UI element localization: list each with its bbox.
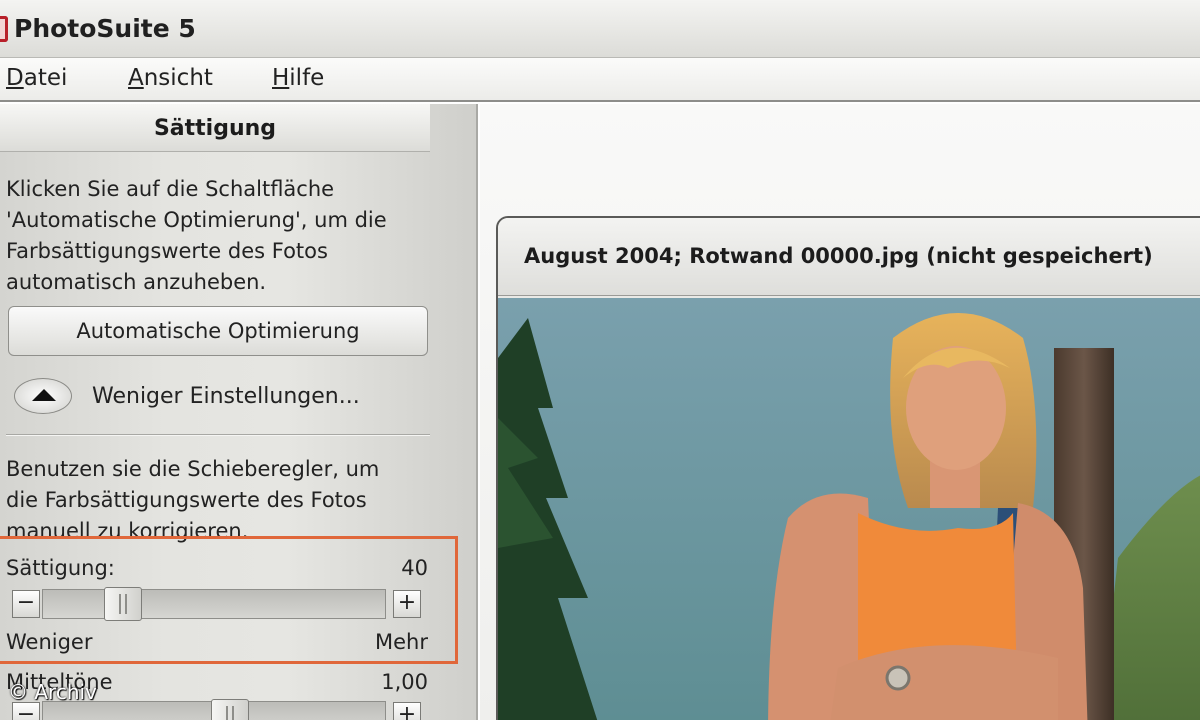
auto-optimize-button[interactable]: Automatische Optimierung (8, 306, 428, 356)
menu-ansicht[interactable]: Ansicht (128, 65, 213, 91)
midtones-plus-button[interactable]: + (393, 702, 421, 720)
photo-image (498, 298, 1200, 720)
saturation-label: Sättigung: (6, 556, 115, 580)
photo-canvas[interactable] (498, 298, 1200, 720)
collapse-settings-label[interactable]: Weniger Einstellungen... (92, 384, 360, 409)
midtones-value: 1,00 (381, 670, 428, 694)
saturation-panel: Sättigung Klicken Sie auf die Schaltfläc… (0, 104, 478, 720)
title-bar: PhotoSuite 5 (0, 0, 1200, 58)
menu-hilfe[interactable]: Hilfe (272, 65, 324, 91)
panel-header: Sättigung (0, 104, 430, 152)
saturation-minus-button[interactable]: − (12, 590, 40, 618)
photo-window-titlebar[interactable]: August 2004; Rotwand 00000.jpg (nicht ge… (498, 218, 1200, 296)
midtones-minus-button[interactable]: − (12, 702, 40, 720)
triangle-up-icon (32, 389, 56, 401)
photo-window: August 2004; Rotwand 00000.jpg (nicht ge… (496, 216, 1200, 720)
midtones-slider-thumb[interactable] (211, 699, 249, 720)
saturation-plus-button[interactable]: + (393, 590, 421, 618)
saturation-max-label: Mehr (375, 630, 428, 654)
app-icon (0, 16, 8, 42)
menu-bar: Datei Ansicht Hilfe (0, 58, 1200, 102)
saturation-slider-thumb[interactable] (104, 587, 142, 621)
app-title: PhotoSuite 5 (14, 14, 196, 43)
photo-window-title: August 2004; Rotwand 00000.jpg (nicht ge… (524, 244, 1153, 268)
menu-datei[interactable]: Datei (6, 65, 67, 91)
saturation-min-label: Weniger (6, 630, 93, 654)
divider (6, 434, 430, 436)
panel-title: Sättigung (153, 116, 277, 141)
saturation-value: 40 (401, 556, 428, 580)
intro-text: Klicken Sie auf die Schaltfläche 'Automa… (6, 177, 387, 294)
collapse-settings-button[interactable] (14, 378, 72, 414)
manual-text: Benutzen sie die Schieberegler, um die F… (6, 457, 380, 543)
saturation-slider[interactable] (42, 587, 386, 621)
watermark: © Archiv (8, 680, 97, 704)
